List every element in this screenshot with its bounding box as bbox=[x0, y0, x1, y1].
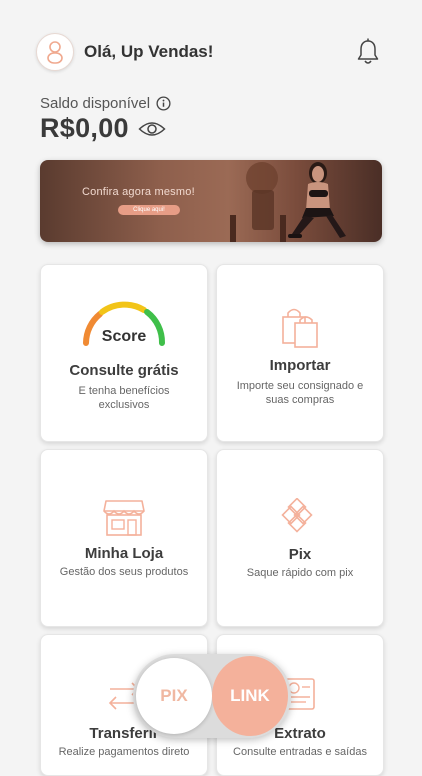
score-card[interactable]: Score Consulte grátis E tenha benefícios… bbox=[40, 264, 208, 442]
card-subtitle: Importe seu consignado e suas compras bbox=[236, 380, 364, 406]
greeting: Olá, Up Vendas! bbox=[84, 42, 214, 61]
pix-button[interactable]: PIX bbox=[136, 658, 212, 734]
my-store-card[interactable]: Minha Loja Gestão dos seus produtos bbox=[40, 449, 208, 627]
card-title: Importar bbox=[269, 357, 331, 374]
avatar[interactable] bbox=[36, 33, 74, 71]
banner-model-image bbox=[230, 162, 346, 242]
promo-banner[interactable]: Confira agora mesmo! Clique aqui! bbox=[40, 160, 382, 242]
shopping-bags-icon bbox=[282, 308, 318, 348]
user-icon bbox=[47, 41, 63, 64]
card-title: Pix bbox=[288, 546, 312, 563]
card-subtitle: Consulte entradas e saídas bbox=[233, 746, 367, 758]
header: Olá, Up Vendas! bbox=[36, 33, 382, 71]
balance-row: R$0,00 bbox=[40, 113, 166, 144]
card-subtitle: Gestão dos seus produtos bbox=[59, 566, 189, 578]
pix-icon bbox=[281, 498, 313, 533]
card-title: Minha Loja bbox=[84, 545, 164, 562]
info-icon[interactable] bbox=[156, 96, 171, 111]
balance-value: R$0,00 bbox=[40, 113, 129, 143]
balance-label-row: Saldo disponível bbox=[40, 95, 171, 112]
store-icon bbox=[103, 500, 145, 536]
card-title: Consulte grátis bbox=[69, 362, 179, 379]
card-subtitle: E tenha benefícios exclusivos bbox=[78, 385, 170, 411]
score-gauge: Score bbox=[83, 301, 166, 346]
banner-button[interactable]: Clique aqui! bbox=[118, 205, 180, 215]
bell-icon bbox=[357, 38, 379, 64]
link-button[interactable]: LINK bbox=[212, 656, 288, 736]
pix-card[interactable]: Pix Saque rápido com pix bbox=[216, 449, 384, 627]
eye-icon[interactable] bbox=[138, 120, 166, 138]
notification-button[interactable] bbox=[354, 37, 382, 67]
card-subtitle: Realize pagamentos direto bbox=[58, 746, 190, 758]
banner-text: Confira agora mesmo! bbox=[82, 186, 195, 198]
card-subtitle: Saque rápido com pix bbox=[246, 567, 354, 579]
score-label: Score bbox=[102, 328, 147, 345]
balance-label: Saldo disponível bbox=[40, 95, 151, 112]
import-card[interactable]: Importar Importe seu consignado e suas c… bbox=[216, 264, 384, 442]
pix-link-toggle: PIX LINK bbox=[133, 654, 291, 738]
